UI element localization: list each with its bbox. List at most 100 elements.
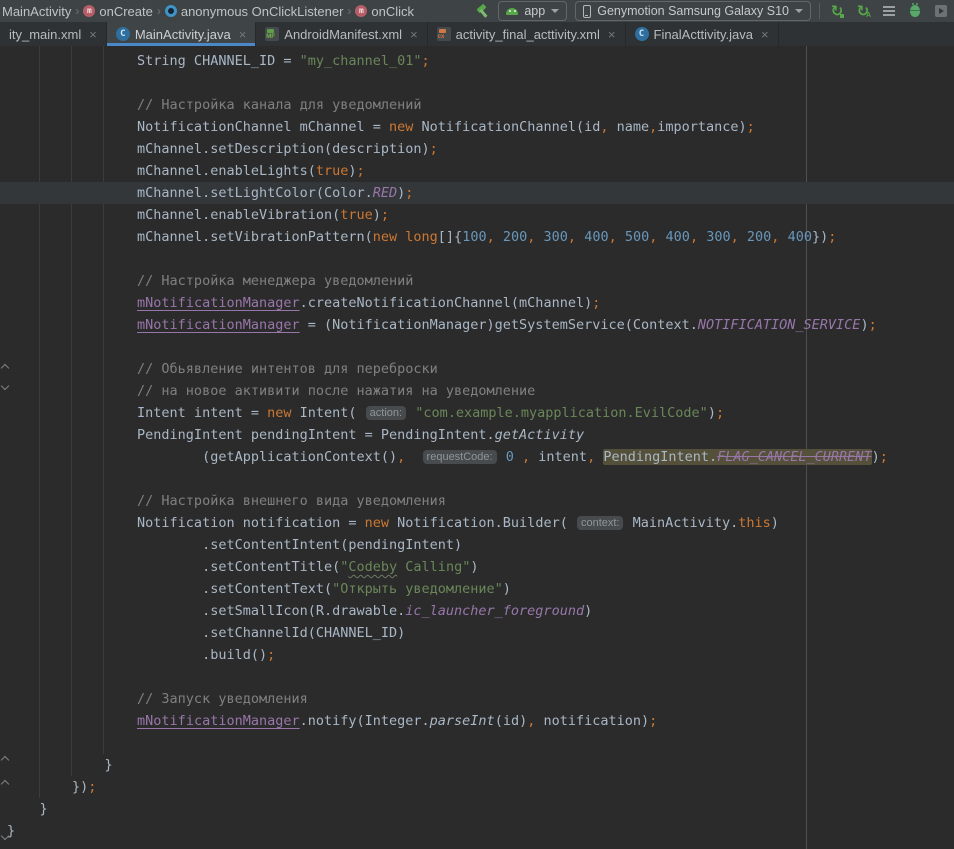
code-line[interactable]: // Запуск уведомления xyxy=(0,688,954,710)
code-line[interactable]: // Настройка менеджера уведомлений xyxy=(0,270,954,292)
code-line[interactable]: // Обьявление интентов для переброски xyxy=(0,358,954,380)
code-token: true xyxy=(340,207,373,223)
profiler-icon xyxy=(883,6,895,16)
code-token: ; xyxy=(430,141,438,157)
code-line[interactable]: mChannel.enableVibration(true); xyxy=(0,204,954,226)
code-line[interactable]: }); xyxy=(0,776,954,798)
code-token: // на новое активити после нажатия на ув… xyxy=(7,383,535,399)
code-token: ; xyxy=(405,185,413,201)
code-line[interactable]: .setContentTitle("Codeby Calling") xyxy=(0,556,954,578)
code-area[interactable]: String CHANNEL_ID = "my_channel_01"; // … xyxy=(0,50,954,842)
code-token xyxy=(498,449,506,465)
breadcrumb-label: onClick xyxy=(371,4,414,19)
chevron-down-icon xyxy=(795,9,803,13)
attach-debugger-button[interactable] xyxy=(932,2,950,20)
code-token: name xyxy=(608,119,649,135)
code-line[interactable]: .build(); xyxy=(0,644,954,666)
breadcrumb-separator: › xyxy=(155,4,163,18)
code-line[interactable] xyxy=(0,248,954,270)
code-token: ; xyxy=(880,449,888,465)
code-token: 200 xyxy=(747,229,771,245)
code-line[interactable]: .setSmallIcon(R.drawable.ic_launcher_for… xyxy=(0,600,954,622)
code-line[interactable] xyxy=(0,468,954,490)
close-icon[interactable]: × xyxy=(239,27,247,42)
breadcrumb-onclick[interactable]: m onClick xyxy=(353,4,416,19)
close-icon[interactable]: × xyxy=(410,27,418,42)
code-token: }) xyxy=(812,229,828,245)
code-token: this xyxy=(738,515,771,531)
anonymous-class-icon xyxy=(165,5,177,17)
code-token xyxy=(7,713,137,729)
code-line[interactable]: (getApplicationContext(), requestCode: 0… xyxy=(0,446,954,468)
code-line[interactable] xyxy=(0,336,954,358)
code-token: ; xyxy=(357,163,365,179)
code-token: 400 xyxy=(666,229,690,245)
code-token: 300 xyxy=(544,229,568,245)
code-line[interactable]: mChannel.setDescription(description); xyxy=(0,138,954,160)
code-line[interactable]: mNotificationManager = (NotificationMana… xyxy=(0,314,954,336)
breadcrumb-anonymous-class[interactable]: anonymous OnClickListener xyxy=(163,4,346,19)
code-token: ; xyxy=(267,647,275,663)
code-line[interactable]: } xyxy=(0,754,954,776)
code-line[interactable] xyxy=(0,732,954,754)
close-icon[interactable]: × xyxy=(89,27,97,42)
code-token: mChannel.enableVibration( xyxy=(7,207,340,223)
code-line[interactable]: mNotificationManager.createNotificationC… xyxy=(0,292,954,314)
close-icon[interactable]: × xyxy=(608,27,616,42)
apply-code-changes-button[interactable]: ↻ A xyxy=(854,2,872,20)
close-icon[interactable]: × xyxy=(761,27,769,42)
code-token: 400 xyxy=(788,229,812,245)
breadcrumb-label: anonymous OnClickListener xyxy=(181,4,344,19)
code-token: ) xyxy=(860,317,868,333)
code-line[interactable]: Intent intent = new Intent( action: "com… xyxy=(0,402,954,424)
code-line[interactable]: // Настройка внешнего вида уведомления xyxy=(0,490,954,512)
code-line[interactable]: Notification notification = new Notifica… xyxy=(0,512,954,534)
code-line[interactable]: } xyxy=(0,820,954,842)
tab-finalacttivity-java[interactable]: C FinalActtivity.java × xyxy=(626,22,779,46)
tab-activity-final-acttivity-xml[interactable]: cx activity_final_acttivity.xml × xyxy=(428,22,626,46)
navigation-bar: MainActivity › m onCreate › anonymous On… xyxy=(0,0,954,22)
breadcrumb-separator: › xyxy=(73,4,81,18)
code-line[interactable]: .setChannelId(CHANNEL_ID) xyxy=(0,622,954,644)
code-token: []{ xyxy=(438,229,462,245)
code-token: ; xyxy=(716,405,724,421)
tab-activity-main-xml[interactable]: ity_main.xml × xyxy=(0,22,107,46)
code-editor[interactable]: String CHANNEL_ID = "my_channel_01"; // … xyxy=(0,46,954,849)
code-line[interactable] xyxy=(0,666,954,688)
code-token: intent xyxy=(530,449,587,465)
device-select[interactable]: Genymotion Samsung Galaxy S10 xyxy=(575,1,811,21)
debug-button[interactable] xyxy=(906,2,924,20)
code-line[interactable]: .setContentIntent(pendingIntent) xyxy=(0,534,954,556)
code-token: importance) xyxy=(657,119,746,135)
tab-androidmanifest-xml[interactable]: MF AndroidManifest.xml × xyxy=(256,22,427,46)
profiler-button[interactable] xyxy=(880,2,898,20)
code-token: mChannel.enableLights( xyxy=(7,163,316,179)
code-line[interactable]: PendingIntent pendingIntent = PendingInt… xyxy=(0,424,954,446)
code-line[interactable]: mChannel.enableLights(true); xyxy=(0,160,954,182)
run-configuration-select[interactable]: app xyxy=(498,1,567,21)
build-hammer-icon[interactable] xyxy=(476,4,490,18)
code-token xyxy=(617,229,625,245)
code-line[interactable]: mNotificationManager.notify(Integer.pars… xyxy=(0,710,954,732)
breadcrumb-class[interactable]: MainActivity xyxy=(0,4,73,19)
code-line[interactable]: } xyxy=(0,798,954,820)
code-line-current[interactable]: mChannel.setLightColor(Color.RED); xyxy=(0,182,954,204)
code-line[interactable]: NotificationChannel mChannel = new Notif… xyxy=(0,116,954,138)
code-token: getActivity xyxy=(495,427,584,443)
code-line[interactable]: mChannel.setVibrationPattern(new long[]{… xyxy=(0,226,954,248)
code-token: ; xyxy=(649,713,657,729)
code-token: ; xyxy=(381,207,389,223)
editor-tab-bar: ity_main.xml × C MainActivity.java × MF … xyxy=(0,22,954,46)
code-line[interactable]: // на новое активити после нажатия на ув… xyxy=(0,380,954,402)
code-token: .notify(Integer. xyxy=(300,713,430,729)
code-line[interactable]: .setContentText("Открыть уведомление") xyxy=(0,578,954,600)
apply-changes-button[interactable]: ↻ xyxy=(828,2,846,20)
breadcrumb-oncreate[interactable]: m onCreate xyxy=(81,4,154,19)
code-token: notification) xyxy=(535,713,649,729)
code-line[interactable] xyxy=(0,72,954,94)
tab-mainactivity-java[interactable]: C MainActivity.java × xyxy=(107,22,256,46)
code-line[interactable]: // Настройка канала для уведомлений xyxy=(0,94,954,116)
code-token: ic_launcher_foreground xyxy=(405,603,584,619)
code-line[interactable]: String CHANNEL_ID = "my_channel_01"; xyxy=(0,50,954,72)
code-token: // Настройка канала для уведомлений xyxy=(7,97,422,113)
